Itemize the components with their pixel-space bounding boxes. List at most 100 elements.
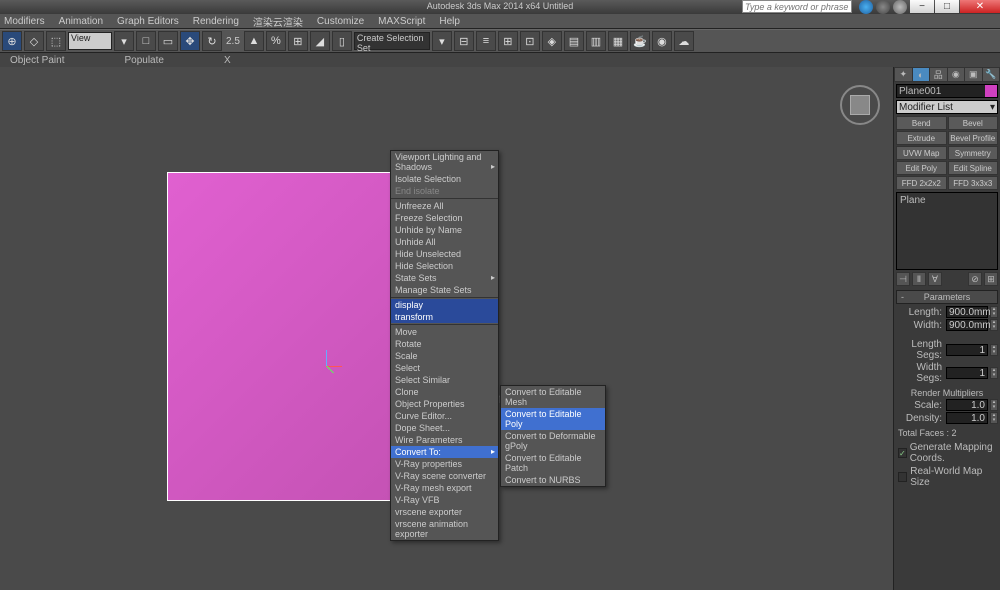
schematic-icon[interactable]: ⊡: [520, 31, 540, 51]
modify-tab-icon[interactable]: ◐: [913, 68, 930, 81]
real-world-checkbox[interactable]: [898, 472, 907, 482]
remove-icon[interactable]: ⊘: [968, 272, 982, 286]
window-crossing-icon[interactable]: ▭: [158, 31, 178, 51]
align-icon[interactable]: ⊟: [454, 31, 474, 51]
ctx-unhide-all[interactable]: Unhide All: [391, 236, 498, 248]
layer-icon[interactable]: ≡: [476, 31, 496, 51]
select-icon[interactable]: □: [136, 31, 156, 51]
params-rollout-header[interactable]: Parameters: [896, 290, 998, 304]
menu-maxscript[interactable]: MAXScript: [378, 16, 425, 27]
width-segs-field[interactable]: 1: [946, 367, 988, 379]
ctx-move[interactable]: Move: [391, 326, 498, 338]
modifier-list-dropdown[interactable]: Modifier List▾: [896, 100, 998, 114]
angle-snap-icon[interactable]: ◢: [310, 31, 330, 51]
ctx-manage-state-sets[interactable]: Manage State Sets: [391, 284, 498, 296]
density-spinner[interactable]: ▴▾: [990, 412, 998, 424]
ctx-clone[interactable]: Clone: [391, 386, 498, 398]
color-swatch[interactable]: [985, 85, 997, 97]
gen-mapping-checkbox[interactable]: ✓: [898, 448, 907, 458]
minimize-button[interactable]: −: [910, 0, 934, 13]
scale-icon[interactable]: ▲: [244, 31, 264, 51]
subctx-convert-to-nurbs[interactable]: Convert to NURBS: [501, 474, 605, 486]
ctx-object-properties[interactable]: Object Properties: [391, 398, 498, 410]
display-tab-icon[interactable]: ▣: [965, 68, 982, 81]
render-frame-icon[interactable]: ▥: [586, 31, 606, 51]
close-button[interactable]: ✕: [960, 0, 1000, 13]
subctx-convert-to-deformable-gpoly[interactable]: Convert to Deformable gPoly: [501, 430, 605, 452]
percent-icon[interactable]: %: [266, 31, 286, 51]
ctx-vrscene-exporter[interactable]: vrscene exporter: [391, 506, 498, 518]
info-icon[interactable]: [859, 0, 873, 14]
stack-item[interactable]: Plane: [900, 195, 926, 206]
modifier-stack[interactable]: Plane: [896, 192, 998, 270]
ctx-wire-parameters[interactable]: Wire Parameters: [391, 434, 498, 446]
ctx-freeze-selection[interactable]: Freeze Selection: [391, 212, 498, 224]
mod-btn-symmetry[interactable]: Symmetry: [948, 146, 999, 160]
width-segs-spinner[interactable]: ▴▾: [990, 367, 998, 379]
ctx-v-ray-properties[interactable]: V-Ray properties: [391, 458, 498, 470]
menu-render-cloud[interactable]: 渲染云渲染: [253, 14, 303, 29]
material-icon[interactable]: ◈: [542, 31, 562, 51]
mod-btn-extrude[interactable]: Extrude: [896, 131, 947, 145]
ctx-select[interactable]: Select: [391, 362, 498, 374]
subctx-convert-to-editable-poly[interactable]: Convert to Editable Poly: [501, 408, 605, 430]
search-input[interactable]: [742, 0, 852, 13]
ctx-unhide-by-name[interactable]: Unhide by Name: [391, 224, 498, 236]
curve-editor-icon[interactable]: ⊞: [498, 31, 518, 51]
selection-set-dropdown[interactable]: Create Selection Set: [354, 32, 430, 50]
ctx-v-ray-scene-converter[interactable]: V-Ray scene converter: [391, 470, 498, 482]
ctx-rotate[interactable]: Rotate: [391, 338, 498, 350]
mod-btn-bevel[interactable]: Bevel: [948, 116, 999, 130]
ctx-v-ray-vfb[interactable]: V-Ray VFB: [391, 494, 498, 506]
mod-btn-bend[interactable]: Bend: [896, 116, 947, 130]
quick-render-icon[interactable]: ◉: [652, 31, 672, 51]
filter-icon[interactable]: ▾: [114, 31, 134, 51]
ctx-scale[interactable]: Scale: [391, 350, 498, 362]
mod-btn-edit-spline[interactable]: Edit Spline: [948, 161, 999, 175]
menu-help[interactable]: Help: [439, 16, 460, 27]
menu-modifiers[interactable]: Modifiers: [4, 16, 45, 27]
ctx-viewport-lighting-and-shadows[interactable]: Viewport Lighting and Shadows: [391, 151, 498, 173]
ctx-curve-editor-[interactable]: Curve Editor...: [391, 410, 498, 422]
subctx-convert-to-editable-patch[interactable]: Convert to Editable Patch: [501, 452, 605, 474]
width-field[interactable]: 900.0mm: [946, 319, 988, 331]
star-icon[interactable]: [876, 0, 890, 14]
pin-stack-icon[interactable]: ⊣: [896, 272, 910, 286]
object-name-field[interactable]: Plane001: [896, 84, 998, 98]
select-link-icon[interactable]: ⊕: [2, 31, 22, 51]
length-spinner[interactable]: ▴▾: [990, 306, 998, 318]
mod-btn-edit-poly[interactable]: Edit Poly: [896, 161, 947, 175]
ctx-hide-unselected[interactable]: Hide Unselected: [391, 248, 498, 260]
render-prod-icon[interactable]: ☁: [674, 31, 694, 51]
rotate-icon[interactable]: ↻: [202, 31, 222, 51]
ctx-vrscene-animation-exporter[interactable]: vrscene animation exporter: [391, 518, 498, 540]
menu-animation[interactable]: Animation: [59, 16, 103, 27]
ctx-state-sets[interactable]: State Sets: [391, 272, 498, 284]
ctx-convert-to-[interactable]: Convert To:: [391, 446, 498, 458]
unique-icon[interactable]: ∀: [928, 272, 942, 286]
create-tab-icon[interactable]: ✦: [895, 68, 912, 81]
snap-icon[interactable]: ⊞: [288, 31, 308, 51]
density-field[interactable]: 1.0: [946, 412, 988, 424]
ctx-select-similar[interactable]: Select Similar: [391, 374, 498, 386]
tab-object-paint[interactable]: Object Paint: [10, 55, 64, 66]
ctx-unfreeze-all[interactable]: Unfreeze All: [391, 200, 498, 212]
subctx-convert-to-editable-mesh[interactable]: Convert to Editable Mesh: [501, 386, 605, 408]
spinner-snap-icon[interactable]: ▯: [332, 31, 352, 51]
width-spinner[interactable]: ▴▾: [990, 319, 998, 331]
motion-tab-icon[interactable]: ◉: [948, 68, 965, 81]
ctx-hide-selection[interactable]: Hide Selection: [391, 260, 498, 272]
teapot-icon[interactable]: ☕: [630, 31, 650, 51]
ctx-isolate-selection[interactable]: Isolate Selection: [391, 173, 498, 185]
mirror-icon[interactable]: ▾: [432, 31, 452, 51]
ctx-dope-sheet-[interactable]: Dope Sheet...: [391, 422, 498, 434]
menu-graph-editors[interactable]: Graph Editors: [117, 16, 179, 27]
mod-btn-ffd-3x3x3[interactable]: FFD 3x3x3: [948, 176, 999, 190]
tab-x[interactable]: X: [224, 55, 231, 66]
mod-btn-uvw-map[interactable]: UVW Map: [896, 146, 947, 160]
move-icon[interactable]: ✥: [180, 31, 200, 51]
mod-btn-bevel-profile[interactable]: Bevel Profile: [948, 131, 999, 145]
length-field[interactable]: 900.0mm: [946, 306, 988, 318]
hierarchy-tab-icon[interactable]: 品: [930, 68, 947, 81]
scale-spinner[interactable]: ▴▾: [990, 399, 998, 411]
